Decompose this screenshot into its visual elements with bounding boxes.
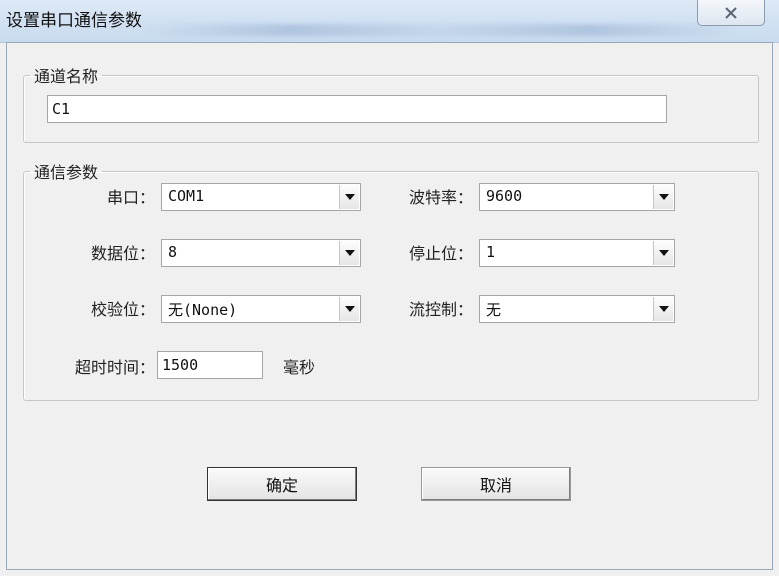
dialog-body: 通道名称 通信参数 串口： COM1 波特率： 9600 数据位： 8 停止位：… — [6, 42, 773, 570]
close-icon — [725, 6, 737, 19]
cancel-button[interactable]: 取消 — [421, 467, 571, 501]
flow-control-dropdown-button[interactable] — [653, 297, 673, 321]
timeout-unit: 毫秒 — [283, 358, 316, 377]
chevron-down-icon — [658, 250, 669, 256]
port-select[interactable]: COM1 — [161, 183, 361, 211]
stop-bits-select[interactable]: 1 — [479, 239, 675, 267]
chevron-down-icon — [658, 306, 669, 312]
title-bar: 设置串口通信参数 — [0, 0, 779, 43]
timeout-input[interactable] — [157, 351, 263, 379]
chevron-down-icon — [344, 194, 355, 200]
stop-bits-label: 停止位： — [408, 244, 473, 263]
baud-value: 9600 — [486, 187, 523, 205]
channel-name-input[interactable] — [47, 95, 667, 123]
flow-control-select[interactable]: 无 — [479, 295, 675, 323]
parity-dropdown-button[interactable] — [339, 297, 359, 321]
parity-value: 无(None) — [168, 301, 238, 319]
comm-params-legend: 通信参数 — [34, 163, 99, 182]
parity-select[interactable]: 无(None) — [161, 295, 361, 323]
port-value: COM1 — [168, 187, 205, 205]
baud-select[interactable]: 9600 — [479, 183, 675, 211]
baud-dropdown-button[interactable] — [653, 185, 673, 209]
flow-control-value: 无 — [486, 301, 502, 319]
port-label: 串口： — [106, 188, 155, 207]
channel-name-legend: 通道名称 — [34, 67, 99, 86]
port-dropdown-button[interactable] — [339, 185, 359, 209]
chevron-down-icon — [658, 194, 669, 200]
baud-label: 波特率： — [408, 188, 473, 207]
title-bar-background — [140, 24, 740, 36]
ok-button[interactable]: 确定 — [207, 467, 357, 501]
data-bits-label: 数据位： — [90, 244, 155, 263]
data-bits-value: 8 — [168, 243, 178, 261]
window-title: 设置串口通信参数 — [6, 11, 142, 31]
flow-control-label: 流控制： — [408, 300, 473, 319]
parity-label: 校验位： — [90, 300, 155, 319]
chevron-down-icon — [344, 250, 355, 256]
close-button[interactable] — [697, 0, 765, 26]
data-bits-select[interactable]: 8 — [161, 239, 361, 267]
stop-bits-dropdown-button[interactable] — [653, 241, 673, 265]
data-bits-dropdown-button[interactable] — [339, 241, 359, 265]
stop-bits-value: 1 — [486, 243, 496, 261]
chevron-down-icon — [344, 306, 355, 312]
timeout-label: 超时时间： — [74, 358, 155, 377]
